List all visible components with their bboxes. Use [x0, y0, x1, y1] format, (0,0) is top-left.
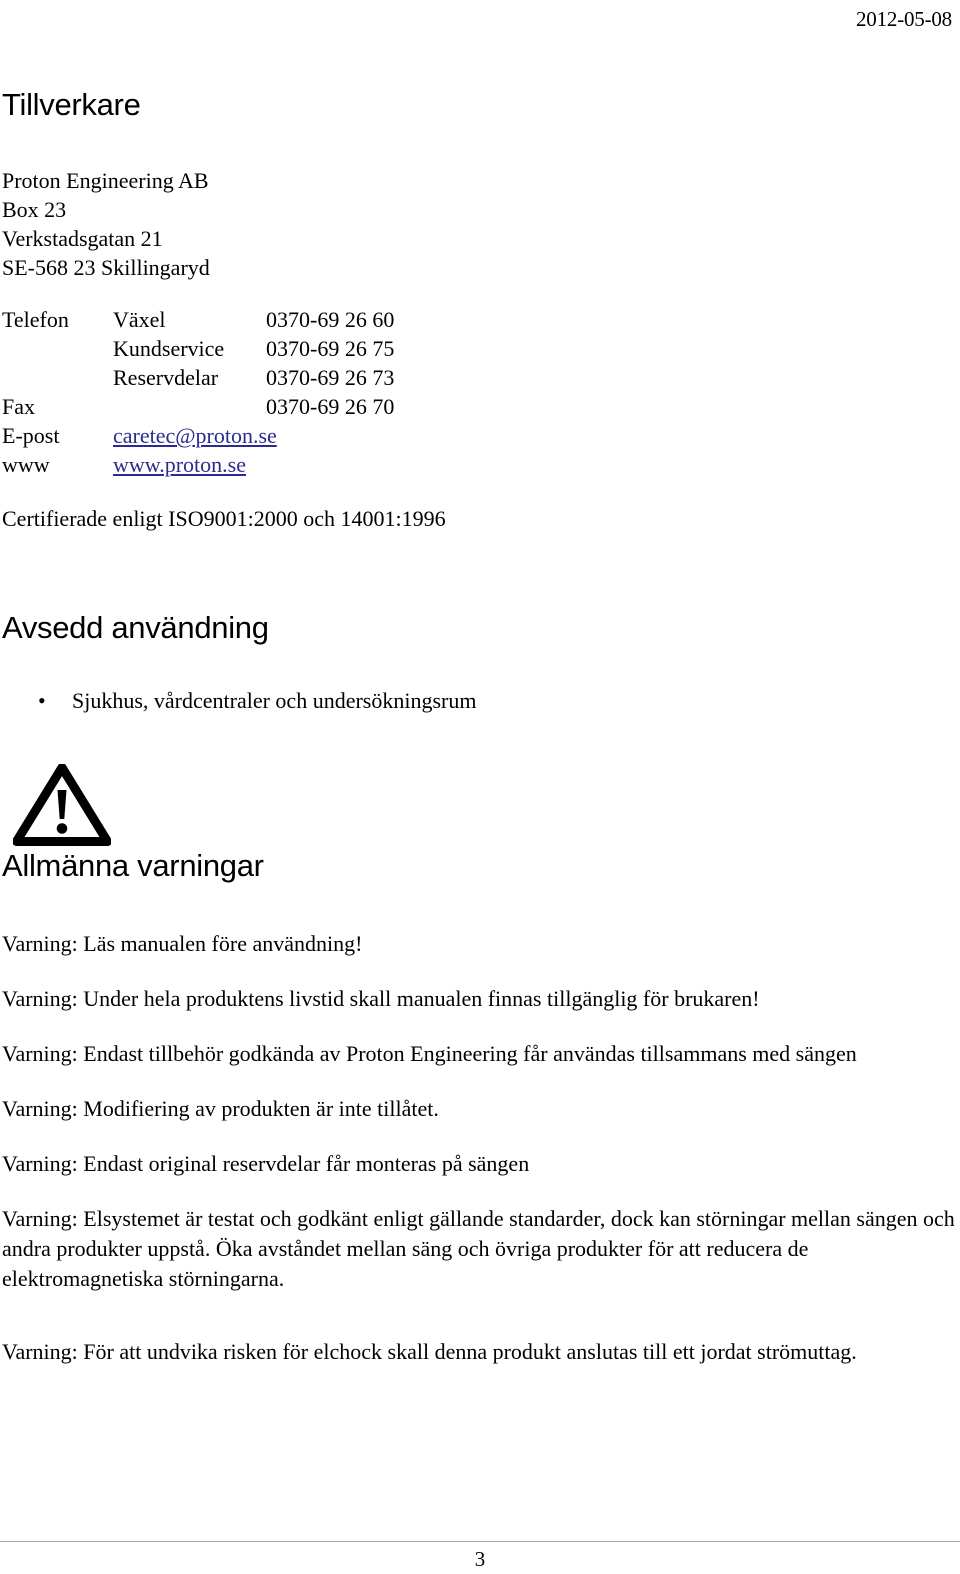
contact-table: Telefon Växel 0370-69 26 60 Kundservice … [2, 305, 394, 479]
contact-label-epost: E-post [2, 423, 60, 448]
table-row: Telefon Växel 0370-69 26 60 [2, 305, 394, 334]
contact-label-empty-2 [2, 363, 113, 392]
contact-value-vaxel: 0370-69 26 60 [266, 307, 395, 332]
table-row: www www.proton.se [2, 450, 394, 479]
table-row: Fax 0370-69 26 70 [2, 392, 394, 421]
warning-paragraph: Varning: Läs manualen före användning! [2, 931, 363, 956]
contact-value-reservdelar: 0370-69 26 73 [266, 365, 395, 390]
heading-avsedd-anvandning: Avsedd användning [2, 610, 269, 645]
address-line-city: SE-568 23 Skillingaryd [2, 255, 210, 280]
table-row: Reservdelar 0370-69 26 73 [2, 363, 394, 392]
footer-divider [0, 1541, 960, 1542]
contact-website-cell: www.proton.se [113, 450, 394, 479]
warning-paragraph: Varning: För att undvika risken för elch… [2, 1339, 857, 1364]
contact-mid-fax [113, 392, 266, 421]
contact-mid-vaxel: Växel [113, 307, 166, 332]
email-link[interactable]: caretec@proton.se [113, 423, 277, 448]
contact-email-cell: caretec@proton.se [113, 421, 394, 450]
heading-tillverkare: Tillverkare [2, 87, 141, 122]
contact-label-empty-1 [2, 334, 113, 363]
contact-mid-reservdelar: Reservdelar [113, 365, 219, 390]
warning-paragraph: Varning: Endast original reservdelar får… [2, 1151, 530, 1176]
contact-label-telefon: Telefon [2, 307, 69, 332]
contact-label-fax: Fax [2, 394, 35, 419]
address-line-company: Proton Engineering AB [2, 168, 209, 193]
bullet-icon: • [38, 688, 46, 713]
list-item: • Sjukhus, vårdcentraler och undersöknin… [2, 686, 476, 715]
document-page: 2012-05-08 Tillverkare Proton Engineerin… [0, 0, 960, 1574]
warning-paragraph: Varning: Elsystemet är testat och godkän… [2, 1206, 955, 1291]
address-line-box: Box 23 [2, 197, 67, 222]
contact-mid-kundservice: Kundservice [113, 336, 225, 361]
table-row: Kundservice 0370-69 26 75 [2, 334, 394, 363]
warning-paragraph: Varning: Modifiering av produkten är int… [2, 1096, 439, 1121]
page-number: 3 [474, 1547, 486, 1571]
header-date: 2012-05-08 [856, 7, 952, 31]
contact-value-kundservice: 0370-69 26 75 [266, 336, 395, 361]
certification-line: Certifierade enligt ISO9001:2000 och 140… [2, 506, 446, 531]
list-item-label: Sjukhus, vårdcentraler och undersöknings… [72, 688, 477, 713]
website-link[interactable]: www.proton.se [113, 452, 246, 477]
contact-value-fax: 0370-69 26 70 [266, 394, 395, 419]
warning-paragraph: Varning: Under hela produktens livstid s… [2, 986, 760, 1011]
heading-allmanna-varningar: Allmänna varningar [2, 848, 264, 883]
warning-paragraph: Varning: Endast tillbehör godkända av Pr… [2, 1041, 857, 1066]
warning-triangle-icon [12, 763, 112, 846]
contact-label-www: www [2, 452, 50, 477]
address-line-street: Verkstadsgatan 21 [2, 226, 163, 251]
table-row: E-post caretec@proton.se [2, 421, 394, 450]
